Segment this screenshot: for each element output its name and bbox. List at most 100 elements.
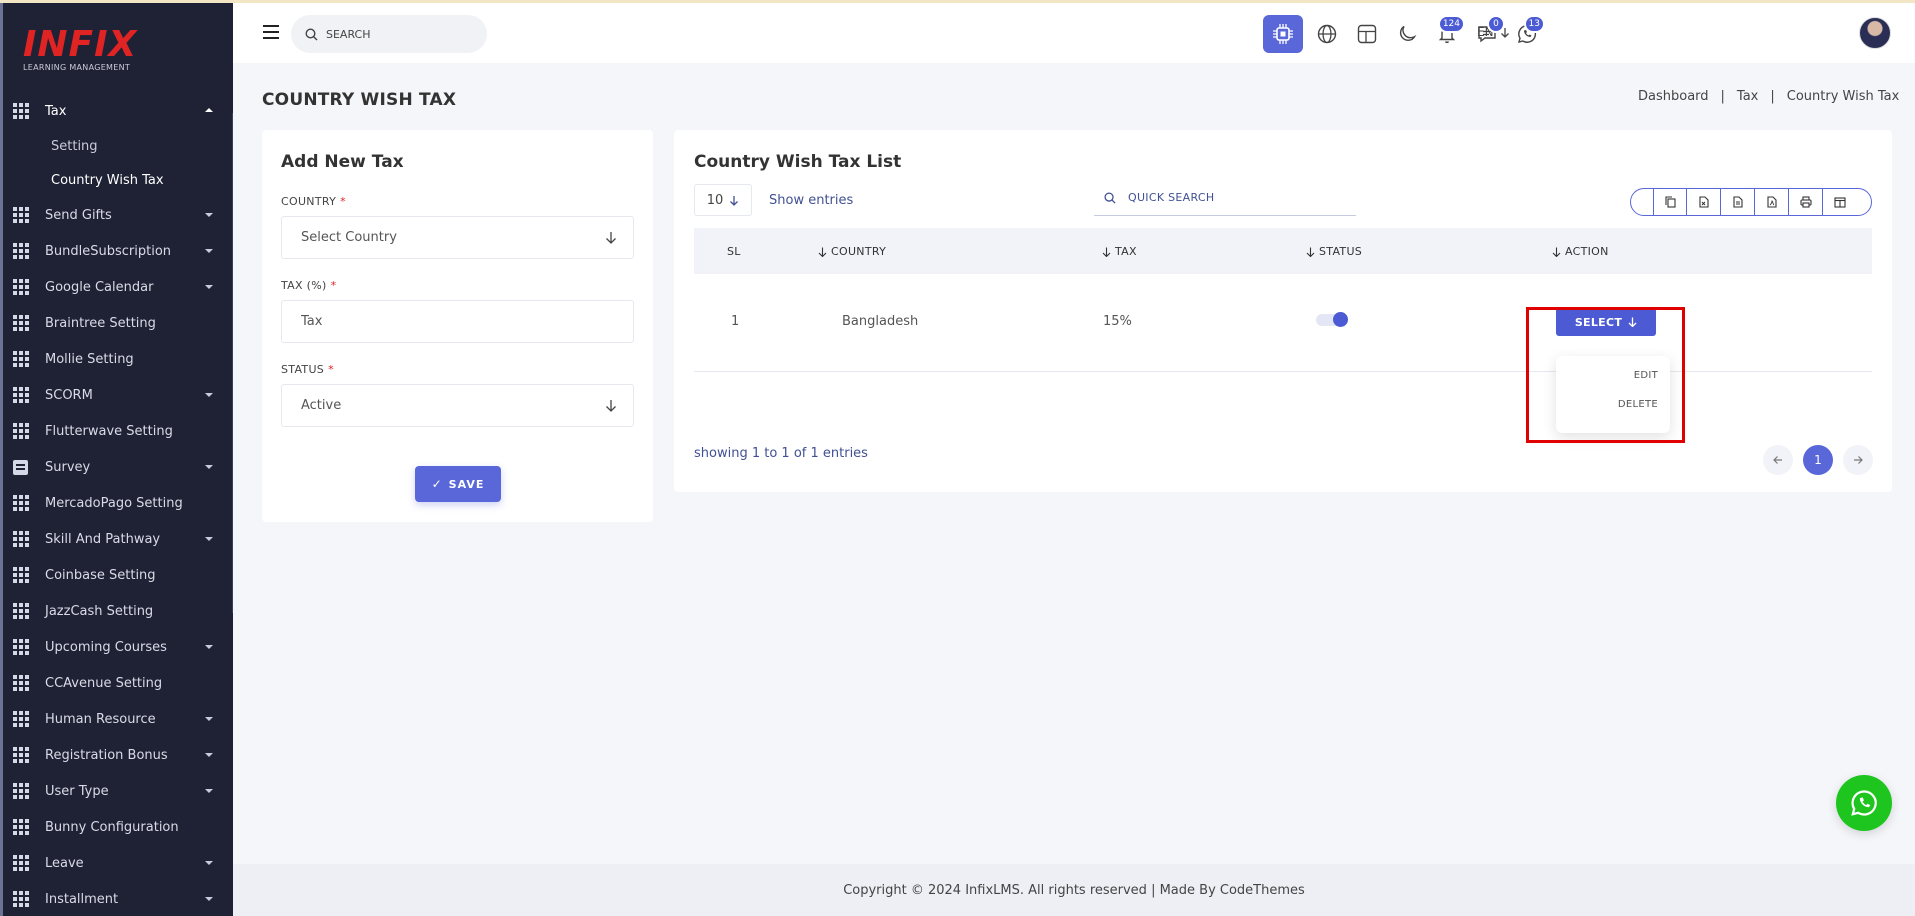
sidebar-item-ccavenue-setting[interactable]: CCAvenue Setting — [3, 665, 233, 701]
print-button[interactable] — [1789, 189, 1823, 215]
grid-icon — [13, 279, 29, 295]
whatsapp-icon — [1851, 790, 1877, 816]
sidebar-item-bunny-configuration[interactable]: Bunny Configuration — [3, 809, 233, 845]
status-label: STATUS * — [281, 363, 334, 376]
notifications-button[interactable]: 124 — [1427, 15, 1467, 53]
country-select[interactable]: Select Country — [281, 216, 634, 259]
status-toggle[interactable] — [1316, 310, 1348, 328]
excel-button[interactable] — [1687, 189, 1721, 215]
whatsapp-header-button[interactable]: 13 — [1507, 15, 1547, 53]
breadcrumb-tax[interactable]: Tax — [1737, 89, 1758, 104]
tax-field[interactable] — [281, 300, 634, 343]
search-icon — [1104, 191, 1116, 204]
caret-down-icon — [205, 861, 213, 865]
caret-down-icon — [205, 393, 213, 397]
next-page-button[interactable] — [1843, 445, 1873, 475]
column-header-country[interactable]: COUNTRY — [818, 245, 886, 258]
breadcrumb-dashboard[interactable]: Dashboard — [1638, 89, 1709, 104]
copy-button[interactable] — [1653, 189, 1687, 215]
sidebar-item-mercadopago-setting[interactable]: MercadoPago Setting — [3, 485, 233, 521]
column-header-tax[interactable]: TAX — [1102, 245, 1137, 258]
layout-button[interactable] — [1347, 15, 1387, 53]
grid-icon — [13, 315, 29, 331]
grid-icon — [13, 639, 29, 655]
grid-icon — [13, 387, 29, 403]
sidebar-item-label: Mollie Setting — [45, 351, 134, 367]
grid-icon — [13, 423, 29, 439]
sidebar-item-survey[interactable]: Survey — [3, 449, 233, 485]
arrow-right-icon — [1854, 456, 1863, 464]
column-header-sl[interactable]: SL — [727, 245, 741, 258]
whatsapp-floating-button[interactable] — [1836, 775, 1892, 831]
sidebar-item-registration-bonus[interactable]: Registration Bonus — [3, 737, 233, 773]
search-input[interactable] — [326, 27, 466, 41]
search-icon — [305, 27, 318, 40]
sidebar-item-label: Survey — [45, 459, 91, 475]
save-button[interactable]: ✓ SAVE — [415, 466, 501, 502]
dark-mode-button[interactable] — [1387, 15, 1427, 53]
column-header-status[interactable]: STATUS — [1306, 245, 1362, 258]
sidebar-item-human-resource[interactable]: Human Resource — [3, 701, 233, 737]
sidebar-item-scorm[interactable]: SCORM — [3, 377, 233, 413]
column-header-action[interactable]: ACTION — [1552, 245, 1609, 258]
sidebar-item-upcoming-courses[interactable]: Upcoming Courses — [3, 629, 233, 665]
arrow-left-icon — [1773, 456, 1782, 464]
header-search[interactable] — [291, 15, 487, 53]
caret-down-icon — [205, 897, 213, 901]
top-header: EN 124 0 13 — [233, 3, 1915, 63]
message-count-badge: 0 — [1487, 15, 1505, 33]
sidebar-item-skill-and-pathway[interactable]: Skill And Pathway — [3, 521, 233, 557]
export-buttons — [1630, 188, 1872, 216]
quick-search-input[interactable] — [1128, 191, 1328, 204]
quick-search[interactable] — [1094, 180, 1356, 216]
menu-toggle-icon[interactable] — [263, 25, 279, 39]
sidebar-item-label: SCORM — [45, 387, 93, 403]
sidebar-item-google-calendar[interactable]: Google Calendar — [3, 269, 233, 305]
user-avatar[interactable] — [1859, 17, 1891, 49]
sidebar-item-mollie-setting[interactable]: Mollie Setting — [3, 341, 233, 377]
grid-icon — [13, 675, 29, 691]
page-title: COUNTRY WISH TAX — [262, 90, 457, 110]
add-tax-card: Add New Tax COUNTRY * Select Country TAX … — [262, 130, 653, 522]
csv-button[interactable] — [1721, 189, 1755, 215]
sidebar-item-jazzcash-setting[interactable]: JazzCash Setting — [3, 593, 233, 629]
footer-copyright: Copyright © 2024 InfixLMS. All rights re… — [843, 882, 1305, 898]
grid-icon — [13, 567, 29, 583]
chip-button[interactable] — [1263, 15, 1303, 53]
page-1-button[interactable]: 1 — [1803, 445, 1833, 475]
sidebar-item-bundlesubscription[interactable]: BundleSubscription — [3, 233, 233, 269]
sidebar-item-send-gifts[interactable]: Send Gifts — [3, 197, 233, 233]
toggle-knob — [1333, 312, 1348, 327]
sidebar-item-user-type[interactable]: User Type — [3, 773, 233, 809]
grid-icon — [13, 711, 29, 727]
previous-page-button[interactable] — [1763, 445, 1793, 475]
breadcrumb-separator: | — [1720, 89, 1725, 104]
arrow-down-icon — [730, 195, 739, 206]
sidebar-item-installment[interactable]: Installment — [3, 881, 233, 916]
caret-up-icon — [205, 108, 213, 112]
sidebar-item-label: Google Calendar — [45, 279, 154, 295]
column-visibility-button[interactable] — [1823, 189, 1857, 215]
sidebar-item-tax[interactable]: Tax — [3, 93, 233, 129]
sidebar-item-coinbase-setting[interactable]: Coinbase Setting — [3, 557, 233, 593]
status-select[interactable]: Active — [281, 384, 634, 427]
pdf-button[interactable] — [1755, 189, 1789, 215]
infix-logo[interactable]: INFIX LEARNING MANAGEMENT — [23, 25, 183, 75]
logo-word: INFIX — [23, 24, 138, 65]
tax-list-card: Country Wish Tax List 10 Show entries SL — [674, 130, 1892, 492]
sidebar-item-flutterwave-setting[interactable]: Flutterwave Setting — [3, 413, 233, 449]
sidebar-item-label: Flutterwave Setting — [45, 423, 173, 439]
sidebar-item-leave[interactable]: Leave — [3, 845, 233, 881]
tax-input[interactable] — [301, 314, 601, 329]
submenu-item-setting[interactable]: Setting — [3, 129, 233, 163]
save-label: SAVE — [448, 477, 485, 491]
caret-down-icon — [205, 717, 213, 721]
submenu-item-country-wish-tax[interactable]: Country Wish Tax — [3, 163, 233, 197]
sidebar-item-braintree-setting[interactable]: Braintree Setting — [3, 305, 233, 341]
messages-button[interactable]: 0 — [1467, 15, 1507, 53]
grid-icon — [13, 495, 29, 511]
caret-down-icon — [205, 249, 213, 253]
website-button[interactable] — [1307, 15, 1347, 53]
page-size-select[interactable]: 10 — [694, 184, 752, 216]
breadcrumb-current[interactable]: Country Wish Tax — [1787, 89, 1900, 104]
